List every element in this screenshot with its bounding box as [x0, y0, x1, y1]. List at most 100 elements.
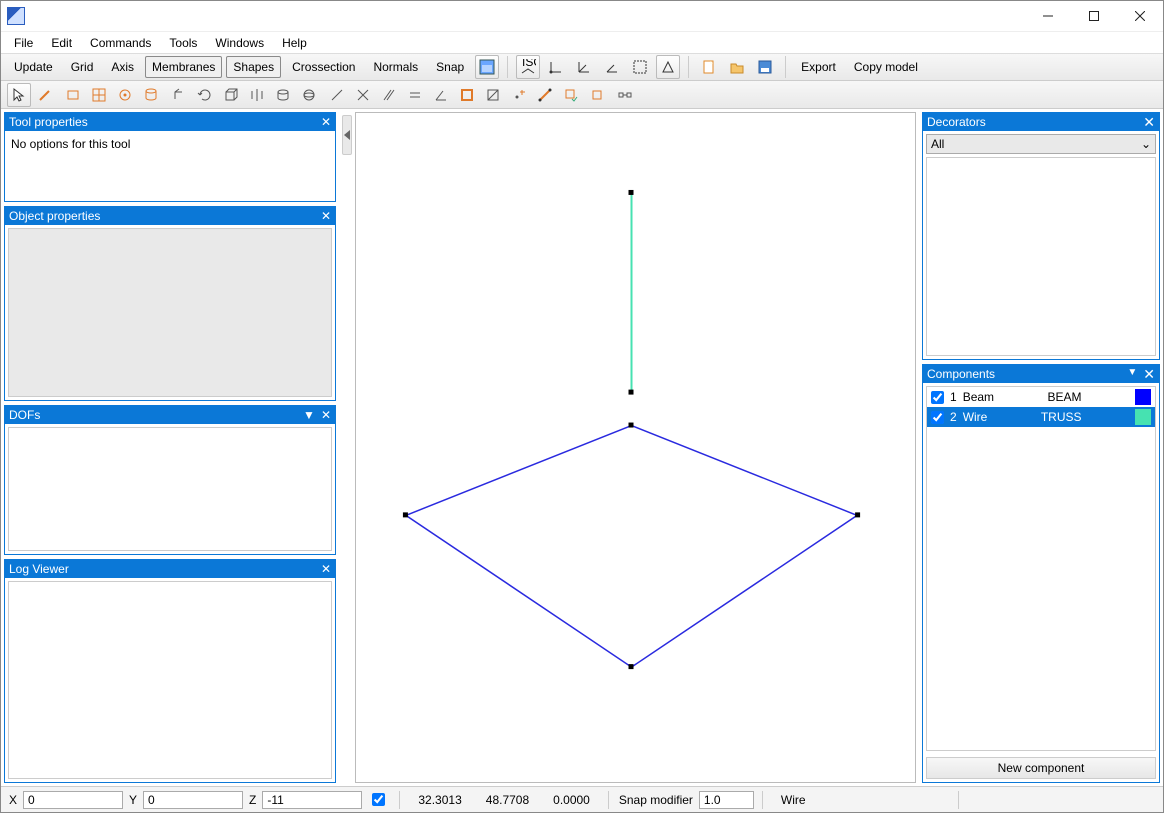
panel-title: Log Viewer — [9, 562, 69, 576]
select-tool-icon[interactable] — [7, 83, 31, 107]
label-z: Z — [247, 793, 258, 807]
maximize-button[interactable] — [1071, 1, 1117, 31]
equal-icon[interactable] — [403, 83, 427, 107]
input-x[interactable] — [23, 791, 123, 809]
btn-update[interactable]: Update — [7, 56, 60, 78]
parallel-icon[interactable] — [377, 83, 401, 107]
right-column: Decorators ✕ All ⌄ Components ▼✕ 1 Bea — [919, 109, 1163, 786]
components-list: 1 Beam BEAM 2 Wire TRUSS — [926, 386, 1156, 751]
tool-properties-message: No options for this tool — [11, 137, 130, 151]
input-snap-modifier[interactable] — [699, 791, 754, 809]
edge-orange-icon[interactable] — [533, 83, 557, 107]
panel-title: Components — [927, 367, 995, 381]
fit-view-icon[interactable] — [628, 55, 652, 79]
statusbar: X Y Z 32.3013 48.7708 0.0000 Snap modifi… — [1, 786, 1163, 812]
log-body[interactable] — [8, 581, 332, 779]
btn-shapes[interactable]: Shapes — [226, 56, 281, 78]
new-file-icon[interactable] — [697, 55, 721, 79]
box-slash-icon[interactable] — [481, 83, 505, 107]
panel-dofs: DOFs ▼ ✕ — [4, 405, 336, 555]
circle-dot-icon[interactable] — [113, 83, 137, 107]
btn-normals[interactable]: Normals — [366, 56, 425, 78]
pencil-icon[interactable] — [33, 83, 57, 107]
box-outline-icon[interactable] — [585, 83, 609, 107]
component-name: Beam — [963, 390, 994, 404]
line-icon[interactable] — [325, 83, 349, 107]
menu-tools[interactable]: Tools — [160, 33, 206, 53]
status-checkbox[interactable] — [372, 793, 385, 806]
label-y: Y — [127, 793, 139, 807]
viewport[interactable] — [355, 112, 916, 783]
btn-export[interactable]: Export — [794, 56, 843, 78]
component-color-swatch[interactable] — [1135, 409, 1151, 425]
relation-icon[interactable] — [613, 83, 637, 107]
status-coord-2: 48.7708 — [476, 793, 539, 807]
corner-check-icon[interactable] — [559, 83, 583, 107]
menu-help[interactable]: Help — [273, 33, 316, 53]
box-orange-icon[interactable] — [455, 83, 479, 107]
menu-file[interactable]: File — [5, 33, 42, 53]
close-icon[interactable]: ✕ — [321, 209, 331, 223]
new-component-button[interactable]: New component — [926, 757, 1156, 779]
component-checkbox[interactable] — [931, 391, 944, 404]
status-coord-3: 0.0000 — [543, 793, 600, 807]
close-icon[interactable]: ✕ — [321, 115, 331, 129]
input-z[interactable] — [262, 791, 362, 809]
grid-icon[interactable] — [87, 83, 111, 107]
point-plus-icon[interactable] — [507, 83, 531, 107]
component-color-swatch[interactable] — [1135, 389, 1151, 405]
btn-grid[interactable]: Grid — [64, 56, 101, 78]
view-yz-icon[interactable] — [600, 55, 624, 79]
panel-title: Tool properties — [9, 115, 88, 129]
close-icon[interactable]: ✕ — [1143, 115, 1155, 129]
separator — [507, 56, 508, 78]
btn-axis[interactable]: Axis — [104, 56, 141, 78]
panel-log-viewer: Log Viewer ✕ — [4, 559, 336, 783]
cylinder-icon[interactable] — [139, 83, 163, 107]
view-perspective-icon[interactable] — [475, 55, 499, 79]
view-xz-icon[interactable] — [572, 55, 596, 79]
component-name: Wire — [963, 410, 988, 424]
close-icon[interactable]: ✕ — [1143, 367, 1155, 381]
collapse-icon[interactable]: ▼ — [1127, 367, 1137, 381]
component-index: 2 — [950, 410, 957, 424]
close-icon[interactable]: ✕ — [321, 408, 331, 422]
btn-membranes[interactable]: Membranes — [145, 56, 222, 78]
extrude-icon[interactable] — [167, 83, 191, 107]
decorators-dropdown[interactable]: All ⌄ — [926, 134, 1156, 154]
angle-icon[interactable] — [429, 83, 453, 107]
app-icon — [7, 7, 25, 25]
cross-icon[interactable] — [351, 83, 375, 107]
menu-edit[interactable]: Edit — [42, 33, 81, 53]
btn-copy-model[interactable]: Copy model — [847, 56, 925, 78]
input-y[interactable] — [143, 791, 243, 809]
save-file-icon[interactable] — [753, 55, 777, 79]
close-button[interactable] — [1117, 1, 1163, 31]
collapse-icon[interactable]: ▼ — [303, 408, 315, 422]
cube-icon[interactable] — [219, 83, 243, 107]
splitter[interactable] — [339, 109, 355, 786]
panel-decorators: Decorators ✕ All ⌄ — [922, 112, 1160, 360]
cylinder2-icon[interactable] — [271, 83, 295, 107]
menu-windows[interactable]: Windows — [206, 33, 273, 53]
component-checkbox[interactable] — [931, 411, 944, 424]
view-front-icon[interactable] — [656, 55, 680, 79]
open-file-icon[interactable] — [725, 55, 749, 79]
view-iso-icon[interactable]: ISO — [516, 55, 540, 79]
component-row[interactable]: 2 Wire TRUSS — [927, 407, 1155, 427]
panel-title: Object properties — [9, 209, 100, 223]
btn-snap[interactable]: Snap — [429, 56, 471, 78]
rect-icon[interactable] — [61, 83, 85, 107]
component-row[interactable]: 1 Beam BEAM — [927, 387, 1155, 407]
panel-title: Decorators — [927, 115, 986, 129]
menu-commands[interactable]: Commands — [81, 33, 160, 53]
btn-crossection[interactable]: Crossection — [285, 56, 362, 78]
sphere-icon[interactable] — [297, 83, 321, 107]
view-xy-icon[interactable] — [544, 55, 568, 79]
minimize-button[interactable] — [1025, 1, 1071, 31]
close-icon[interactable]: ✕ — [321, 562, 331, 576]
svg-text:ISO: ISO — [522, 59, 536, 69]
rotate-icon[interactable] — [193, 83, 217, 107]
panel-title: DOFs — [9, 408, 40, 422]
mirror-icon[interactable] — [245, 83, 269, 107]
